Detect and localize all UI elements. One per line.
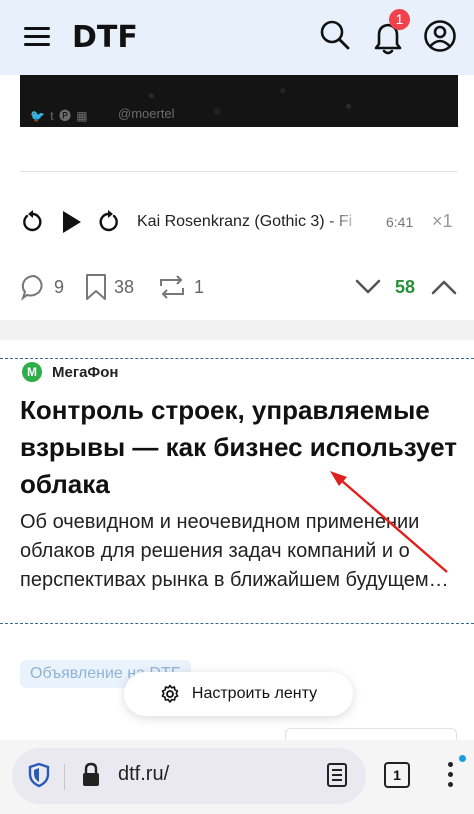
social-icons: 🐦 t 🅟 ▦ xyxy=(30,109,89,123)
rating-score: 58 xyxy=(395,277,416,297)
comments-count: 9 xyxy=(54,276,65,297)
more-icon[interactable] xyxy=(446,760,454,790)
customize-feed-label: Настроить ленту xyxy=(191,685,318,702)
dtf-logo[interactable]: DTF xyxy=(72,20,138,55)
forward-icon[interactable] xyxy=(95,209,121,235)
playback-speed[interactable]: ×1 xyxy=(432,211,453,232)
chevron-down-icon[interactable] xyxy=(354,278,382,296)
ad-brand[interactable]: М МегаФон xyxy=(22,362,118,382)
reader-icon[interactable] xyxy=(326,762,348,788)
bookmark-icon xyxy=(86,274,106,300)
search-icon[interactable] xyxy=(318,18,352,52)
track-duration: 6:41 xyxy=(386,214,414,230)
rewind-icon[interactable] xyxy=(20,209,46,235)
bookmarks-count: 38 xyxy=(114,276,135,297)
brand-name: МегаФон xyxy=(52,363,119,381)
gear-icon xyxy=(161,684,179,703)
megafon-logo: М xyxy=(22,362,42,382)
post-card: 🐦 t 🅟 ▦ @moertel Kai Rosenkranz (Gothic … xyxy=(0,75,474,320)
repost-button[interactable]: 1 xyxy=(156,272,204,302)
menu-icon[interactable] xyxy=(24,27,50,47)
ad-title[interactable]: Контроль строек, управляемые взрывы — ка… xyxy=(20,392,460,503)
ad-border-top xyxy=(0,358,474,359)
divider xyxy=(20,171,458,172)
media-credit: @moertel xyxy=(118,106,175,121)
account-icon[interactable] xyxy=(423,19,457,53)
customize-feed-button[interactable]: Настроить ленту xyxy=(124,672,353,716)
ad-card[interactable]: М МегаФон Контроль строек, управляемые в… xyxy=(0,340,474,650)
update-indicator xyxy=(459,755,466,762)
shield-icon[interactable] xyxy=(28,762,50,788)
bookmark-button[interactable]: 38 xyxy=(84,272,134,302)
chevron-up-icon[interactable] xyxy=(430,278,458,296)
post-actions: 9 38 1 58 xyxy=(0,270,474,304)
audio-player: Kai Rosenkranz (Gothic 3) - Fi 6:41 ×1 xyxy=(0,203,474,243)
app-header: DTF 1 xyxy=(0,0,474,75)
address-bar[interactable] xyxy=(12,748,366,804)
comments-button[interactable]: 9 xyxy=(20,272,64,302)
browser-toolbar: dtf.ru/ 1 xyxy=(0,740,474,814)
reposts-count: 1 xyxy=(194,276,205,297)
ad-description: Об очевидном и неочевидном применении об… xyxy=(20,511,449,591)
comment-icon xyxy=(21,274,43,301)
ad-border-bottom xyxy=(0,623,474,624)
notification-badge: 1 xyxy=(389,9,410,30)
play-icon[interactable] xyxy=(58,209,84,235)
lock-icon[interactable] xyxy=(80,762,102,788)
url-text[interactable]: dtf.ru/ xyxy=(118,763,169,786)
tabs-counter[interactable]: 1 xyxy=(384,762,410,788)
repost-icon xyxy=(160,275,184,299)
post-media-image[interactable]: 🐦 t 🅟 ▦ @moertel xyxy=(20,75,458,127)
